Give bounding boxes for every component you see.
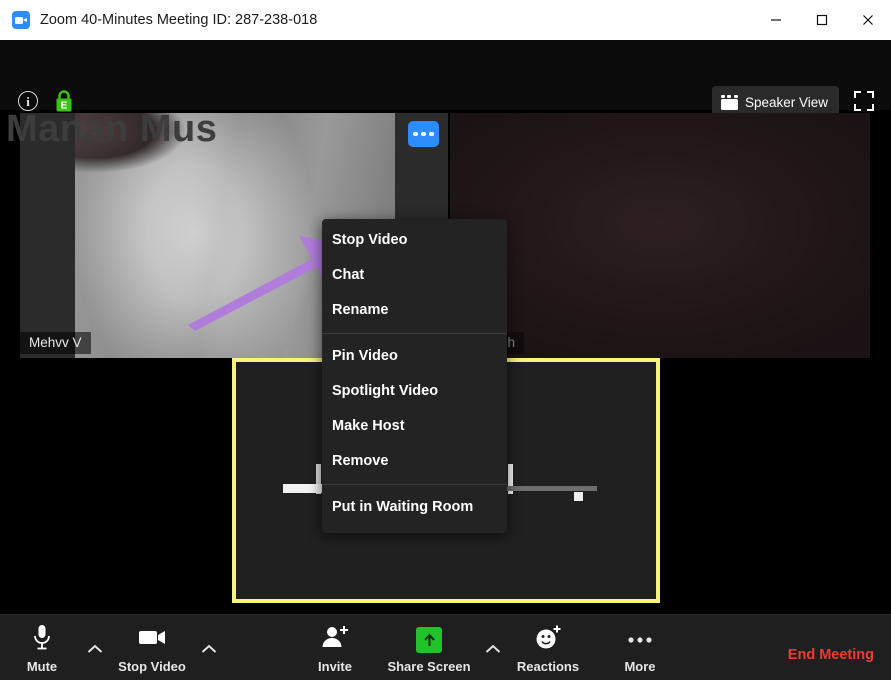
invite-button[interactable]: Invite <box>293 623 377 674</box>
menu-separator <box>322 333 507 334</box>
menu-item-put-in-waiting-room[interactable]: Put in Waiting Room <box>322 490 507 525</box>
stop-video-label: Stop Video <box>118 659 186 674</box>
person-add-icon <box>320 623 350 653</box>
dot <box>429 132 434 137</box>
more-label: More <box>624 659 655 674</box>
menu-item-remove[interactable]: Remove <box>322 444 507 479</box>
audio-options-chevron-up-icon[interactable] <box>85 639 105 659</box>
share-screen-arrow-icon <box>416 623 442 653</box>
dot <box>413 132 418 137</box>
maximize-icon[interactable] <box>799 0 845 40</box>
meeting-top-bar: i E Speaker View <box>0 40 891 110</box>
reactions-button[interactable]: Reactions <box>506 623 590 674</box>
share-screen-label: Share Screen <box>387 659 470 674</box>
video-camera-icon <box>136 623 168 653</box>
menu-item-chat[interactable]: Chat <box>322 258 507 293</box>
share-screen-button[interactable]: Share Screen <box>387 623 471 674</box>
video-artifact-knob <box>574 492 583 501</box>
dot <box>421 132 426 137</box>
menu-item-spotlight-video[interactable]: Spotlight Video <box>322 374 507 409</box>
participant-context-menu[interactable]: Stop Video Chat Rename Pin Video Spotlig… <box>322 219 507 533</box>
title-bar: Zoom 40-Minutes Meeting ID: 287-238-018 <box>0 0 891 40</box>
minimize-icon[interactable] <box>753 0 799 40</box>
invite-label: Invite <box>318 659 352 674</box>
stop-video-button[interactable]: Stop Video <box>110 623 194 674</box>
share-options-chevron-up-icon[interactable] <box>483 639 503 659</box>
window-controls <box>753 0 891 40</box>
menu-separator <box>322 484 507 485</box>
ellipsis-icon <box>625 623 655 653</box>
reactions-label: Reactions <box>517 659 579 674</box>
menu-item-rename[interactable]: Rename <box>322 293 507 328</box>
more-button[interactable]: More <box>598 623 682 674</box>
end-meeting-button[interactable]: End Meeting <box>788 647 874 663</box>
meeting-controls-toolbar: Mute Stop Video <box>0 614 891 680</box>
participant-name-watermark: Manan Mus <box>6 108 891 151</box>
microphone-icon <box>31 623 53 653</box>
participant-name-label: Mehvv V <box>20 332 91 354</box>
mute-label: Mute <box>27 659 57 674</box>
more-options-dots-icon[interactable] <box>408 121 439 147</box>
zoom-meeting-window: Zoom 40-Minutes Meeting ID: 287-238-018 … <box>0 0 891 680</box>
close-icon[interactable] <box>845 0 891 40</box>
menu-item-make-host[interactable]: Make Host <box>322 409 507 444</box>
zoom-camera-icon <box>12 11 30 29</box>
smiley-plus-icon <box>533 623 563 653</box>
window-title: Zoom 40-Minutes Meeting ID: 287-238-018 <box>40 12 317 28</box>
menu-item-pin-video[interactable]: Pin Video <box>322 339 507 374</box>
menu-item-stop-video[interactable]: Stop Video <box>322 223 507 258</box>
video-options-chevron-up-icon[interactable] <box>199 639 219 659</box>
mute-button[interactable]: Mute <box>0 623 84 674</box>
